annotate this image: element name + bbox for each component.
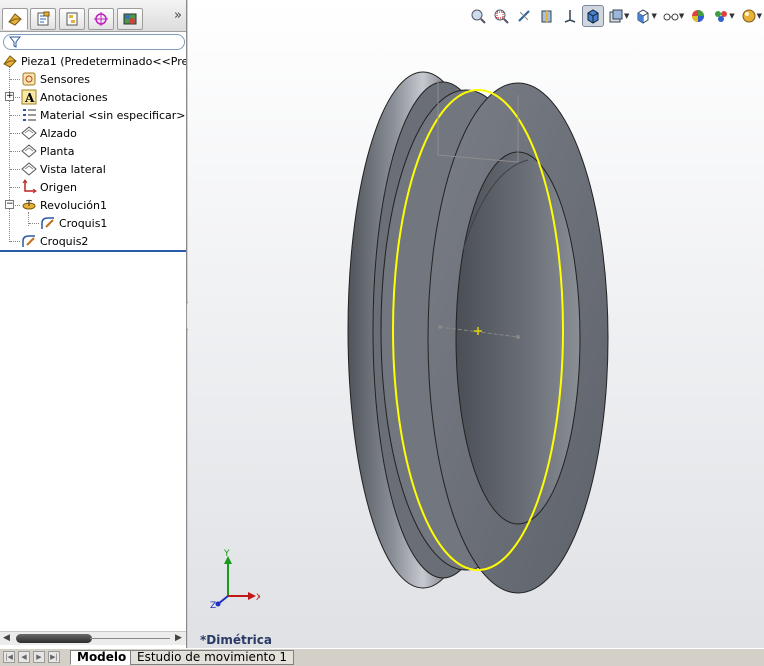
realview-button[interactable] (738, 5, 760, 27)
glasses-icon (663, 13, 679, 21)
view-orientation-button[interactable] (559, 5, 581, 27)
tree-item-origin[interactable]: Origen (0, 178, 186, 196)
feature-manager-panel: » Pieza1 (Predeterminado<<Predet Sensore… (0, 0, 187, 648)
previous-view-icon (518, 10, 530, 22)
tree-item-label: Material <sin especificar> (40, 108, 186, 122)
last-tab-icon[interactable]: ▶| (48, 651, 60, 663)
heads-up-view-toolbar: ▼ ▼ ▼ ▼ ▼ (466, 4, 764, 28)
tree-item-sketch2[interactable]: Croquis2 (0, 232, 186, 250)
first-tab-icon[interactable]: |◀ (3, 651, 15, 663)
hide-show-icon (609, 9, 623, 23)
display-manager-icon (123, 13, 137, 25)
tree-item-part[interactable]: Pieza1 (Predeterminado<<Predet (0, 52, 186, 70)
scroll-thumb[interactable] (16, 634, 92, 643)
origin-icon (21, 179, 37, 195)
tree-item-top-plane[interactable]: Planta (0, 142, 186, 160)
tree-item-annotations[interactable]: + A Anotaciones (0, 88, 186, 106)
cube-view-icon (637, 9, 649, 24)
previous-tab-icon[interactable]: ◀ (18, 651, 30, 663)
zoom-to-area-button[interactable] (490, 5, 512, 27)
zoom-fit-icon (471, 9, 486, 24)
featuremanager-tab[interactable] (2, 8, 28, 30)
part-icon (2, 53, 18, 69)
tree-item-sketch1[interactable]: Croquis1 (0, 214, 186, 232)
tab-model[interactable]: Modelo (70, 650, 134, 665)
dimxpert-tab[interactable] (88, 8, 114, 30)
sketch-icon (40, 215, 56, 231)
more-tabs-icon[interactable]: » (174, 8, 182, 23)
tree-item-label: Revolución1 (40, 198, 107, 212)
scene-button[interactable] (710, 5, 732, 27)
tree-item-sensors[interactable]: Sensores (0, 70, 186, 88)
triad-z-label: Z (210, 601, 216, 610)
tree-item-right-plane[interactable]: Vista lateral (0, 160, 186, 178)
tree-item-label: Croquis1 (59, 216, 108, 230)
plane-icon (21, 125, 37, 141)
rollback-bar[interactable] (0, 250, 186, 252)
color-wheel-icon (692, 10, 705, 22)
appearance-button[interactable] (687, 5, 709, 27)
filter-icon (9, 36, 21, 48)
material-icon (21, 107, 37, 123)
view-orientation-icon (564, 10, 576, 23)
zoom-to-fit-button[interactable] (467, 5, 489, 27)
tab-motion-study[interactable]: Estudio de movimiento 1 (130, 650, 295, 665)
featuremanager-icon (8, 13, 22, 26)
annotations-icon: A (21, 89, 37, 105)
tree-item-label: Sensores (40, 72, 90, 86)
edit-appearance-button[interactable] (632, 5, 654, 27)
propertymanager-icon (37, 11, 50, 26)
section-view-button[interactable] (536, 5, 558, 27)
view-orientation-label: *Dimétrica (200, 633, 272, 647)
tree-item-label: Croquis2 (40, 234, 89, 248)
previous-view-button[interactable] (513, 5, 535, 27)
tree-item-label: Vista lateral (40, 162, 106, 176)
tree-item-revolve[interactable]: − Revolución1 (0, 196, 186, 214)
svg-text:A: A (24, 91, 35, 105)
collapse-icon[interactable]: − (5, 200, 14, 209)
plane-icon (21, 143, 37, 159)
sensors-icon (21, 71, 37, 87)
revolved-part-model[interactable] (188, 0, 764, 648)
tree-item-front-plane[interactable]: Alzado (0, 124, 186, 142)
panel-tab-bar: » (0, 0, 186, 32)
tree-item-label: Origen (40, 180, 77, 194)
triad-y-label: Y (223, 549, 230, 559)
graphics-area[interactable]: ▼ ▼ ▼ ▼ ▼ Y X Z *Dimétrica (188, 0, 764, 648)
scroll-left-icon[interactable]: ◀ (3, 633, 10, 643)
shaded-cube-icon (587, 9, 599, 24)
tree-item-label: Alzado (40, 126, 77, 140)
configurationmanager-tab[interactable] (59, 8, 85, 30)
reference-triad: Y X Z (210, 549, 260, 610)
tree-horizontal-scrollbar[interactable]: ◀ ▶ (0, 631, 186, 645)
tree-item-label: Anotaciones (40, 90, 108, 104)
propertymanager-tab[interactable] (30, 8, 56, 30)
section-view-icon (541, 10, 552, 23)
plane-icon (21, 161, 37, 177)
scroll-right-icon[interactable]: ▶ (175, 633, 182, 643)
configurationmanager-icon (66, 12, 78, 26)
sketch-icon (21, 233, 37, 249)
display-style-button[interactable] (582, 5, 605, 27)
tree-item-label: Pieza1 (Predeterminado<<Predet (21, 54, 186, 68)
hide-show-button[interactable] (605, 5, 627, 27)
next-tab-icon[interactable]: ▶ (33, 651, 45, 663)
tree-item-material[interactable]: Material <sin especificar> (0, 106, 186, 124)
zoom-area-icon (494, 9, 509, 24)
display-manager-tab[interactable] (117, 8, 143, 30)
tree-item-label: Planta (40, 144, 75, 158)
triad-x-label: X (256, 593, 260, 603)
scene-icon (715, 11, 728, 22)
bottom-tab-bar: |◀ ◀ ▶ ▶| Modelo Estudio de movimiento 1 (0, 648, 764, 666)
dimxpert-icon (94, 12, 108, 26)
feature-tree-filter[interactable] (3, 34, 185, 50)
view-settings-button[interactable] (660, 5, 682, 27)
expand-icon[interactable]: + (5, 92, 14, 101)
sphere-icon (742, 9, 756, 23)
revolve-icon (21, 197, 37, 213)
